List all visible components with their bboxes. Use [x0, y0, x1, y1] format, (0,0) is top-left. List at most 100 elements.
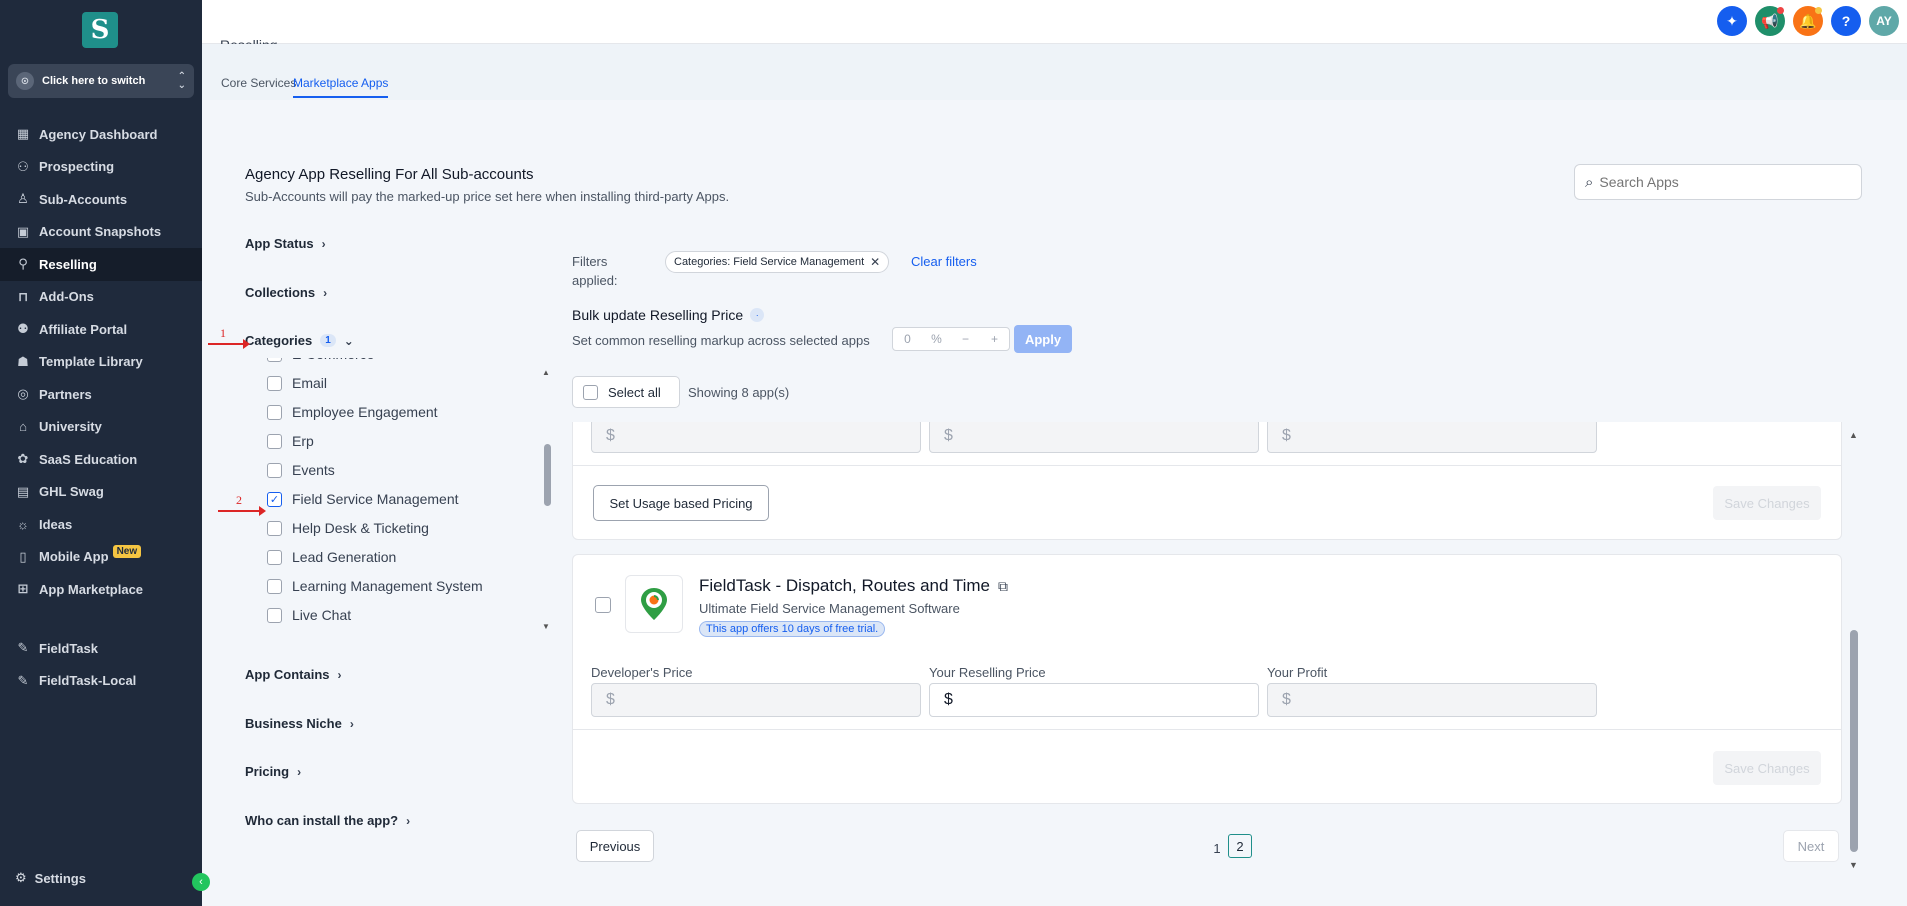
sidebar-item-add-ons[interactable]: ⊓ Add-Ons	[0, 281, 202, 314]
filter-app-contains[interactable]: App Contains ›	[245, 667, 342, 682]
tab-marketplace-apps[interactable]: Marketplace Apps	[293, 76, 389, 98]
sidebar-item-account-snapshots[interactable]: ▣ Account Snapshots	[0, 216, 202, 249]
category-option[interactable]: Live Chat	[267, 607, 351, 623]
category-label: Help Desk & Ticketing	[292, 520, 429, 536]
sidebar-item-label: Mobile App	[39, 549, 109, 565]
sidebar-item-ghl-swag[interactable]: ▤ GHL Swag	[0, 476, 202, 509]
category-option[interactable]: Learning Management System	[267, 578, 483, 594]
category-option[interactable]: E-Commerce	[267, 358, 374, 362]
select-all-button[interactable]: Select all	[572, 376, 680, 408]
help-icon[interactable]: ?	[1831, 6, 1861, 36]
applied-filter-chip[interactable]: Categories: Field Service Management ✕	[665, 251, 890, 273]
sidebar-item-agency-dashboard[interactable]: ▦ Agency Dashboard	[0, 118, 202, 151]
external-link-icon[interactable]: ⧉	[998, 578, 1008, 595]
filter-business-niche[interactable]: Business Niche ›	[245, 716, 354, 731]
save-changes-button[interactable]: Save Changes	[1713, 751, 1821, 785]
filter-collections[interactable]: Collections ›	[245, 285, 327, 300]
account-switcher[interactable]: ⊙ Click here to switch ⌃ ⌄	[8, 64, 194, 98]
reselling-price-input[interactable]: $	[929, 683, 1259, 717]
clear-filters-link[interactable]: Clear filters	[911, 254, 977, 269]
increment-button[interactable]: +	[980, 332, 1009, 346]
sidebar-item-template-library[interactable]: ☗ Template Library	[0, 346, 202, 379]
info-icon[interactable]: ·	[750, 308, 765, 322]
filter-label: Who can install the app?	[245, 813, 399, 828]
category-checkbox[interactable]	[267, 462, 282, 478]
notifications-icon[interactable]: 🔔	[1793, 6, 1823, 36]
app-name-text[interactable]: FieldTask - Dispatch, Routes and Time	[699, 576, 990, 596]
tab-bar: Core Services Marketplace Apps	[202, 44, 1907, 100]
app-name[interactable]: FieldTask - Dispatch, Routes and Time ⧉	[699, 576, 1008, 596]
sidebar-item-fieldtask-local[interactable]: ✎ FieldTask-Local	[0, 665, 202, 698]
brand-logo[interactable]: S	[82, 12, 118, 48]
scroll-up-icon[interactable]: ▲	[542, 368, 550, 377]
category-checkbox[interactable]	[267, 607, 282, 623]
previous-page-button[interactable]: Previous	[576, 830, 654, 862]
scroll-down-icon[interactable]: ▼	[1849, 860, 1858, 870]
category-checkbox[interactable]	[267, 433, 282, 449]
sidebar-item-app-marketplace[interactable]: ⊞ App Marketplace	[0, 573, 202, 606]
page-2-button[interactable]: 2	[1228, 834, 1252, 858]
collapse-sidebar-button[interactable]: ‹	[192, 873, 210, 891]
category-option[interactable]: ✓ Field Service Management	[267, 491, 459, 507]
scroll-down-icon[interactable]: ▼	[542, 622, 550, 631]
chevron-right-icon: ›	[297, 764, 302, 779]
sidebar-item-prospecting[interactable]: ⚇ Prospecting	[0, 151, 202, 184]
sidebar-item-university[interactable]: ⌂ University	[0, 411, 202, 444]
sidebar-item-fieldtask[interactable]: ✎ FieldTask	[0, 632, 202, 665]
close-icon[interactable]: ✕	[870, 255, 880, 269]
sidebar-item-reselling[interactable]: ⚲ Reselling	[0, 248, 202, 281]
app-select-checkbox[interactable]	[595, 597, 611, 613]
app-list-scrollbar[interactable]: ▲ ▼	[1848, 430, 1860, 870]
usage-pricing-button[interactable]: Set Usage based Pricing	[593, 485, 769, 521]
sidebar-item-ideas[interactable]: ☼ Ideas	[0, 508, 202, 541]
category-checkbox[interactable]	[267, 358, 282, 362]
category-checkbox-checked[interactable]: ✓	[267, 491, 282, 507]
filter-pricing[interactable]: Pricing ›	[245, 764, 301, 779]
scrollbar-thumb[interactable]	[1850, 630, 1858, 852]
bulk-update-title-text: Bulk update Reselling Price	[572, 307, 744, 323]
markup-stepper[interactable]: 0 % − +	[892, 327, 1010, 351]
dashboard-icon: ▦	[16, 126, 30, 142]
prospecting-icon: ⚇	[17, 158, 29, 174]
search-input[interactable]	[1599, 174, 1830, 190]
page-1-button[interactable]: 1	[1205, 836, 1229, 860]
scroll-up-icon[interactable]: ▲	[1849, 430, 1858, 440]
category-checkbox[interactable]	[267, 578, 282, 594]
category-checkbox[interactable]	[267, 520, 282, 536]
reselling-price-input[interactable]: $	[929, 422, 1259, 453]
filter-who-can-install[interactable]: Who can install the app? ›	[245, 813, 410, 828]
sidebar-item-label: University	[39, 419, 102, 435]
category-checkbox[interactable]	[267, 549, 282, 565]
sidebar-item-saas-education[interactable]: ✿ SaaS Education	[0, 443, 202, 476]
tab-core-services[interactable]: Core Services	[221, 76, 296, 96]
category-option[interactable]: Employee Engagement	[267, 404, 438, 420]
category-option[interactable]: Events	[267, 462, 335, 478]
search-box[interactable]: ⌕	[1574, 164, 1862, 200]
select-all-checkbox[interactable]	[583, 384, 598, 400]
sidebar-item-affiliate-portal[interactable]: ⚉ Affiliate Portal	[0, 313, 202, 346]
announcements-icon[interactable]: 📢	[1755, 6, 1785, 36]
quick-action-icon[interactable]: ✦	[1717, 6, 1747, 36]
sidebar-item-mobile-app[interactable]: ▯ Mobile App New	[0, 541, 202, 574]
apply-button[interactable]: Apply	[1014, 325, 1072, 353]
decrement-button[interactable]: −	[951, 332, 980, 346]
category-scrollbar[interactable]: ▲ ▼	[542, 368, 552, 631]
sidebar-item-settings[interactable]: ⚙ Settings	[15, 870, 86, 886]
category-option[interactable]: Email	[267, 375, 327, 391]
save-changes-button[interactable]: Save Changes	[1713, 486, 1821, 520]
scrollbar-thumb[interactable]	[544, 444, 551, 506]
markup-value[interactable]: 0	[893, 332, 922, 346]
sidebar-item-partners[interactable]: ◎ Partners	[0, 378, 202, 411]
filter-app-status[interactable]: App Status ›	[245, 236, 326, 251]
category-option[interactable]: Lead Generation	[267, 549, 396, 565]
avatar[interactable]: AY	[1869, 6, 1899, 36]
category-checkbox[interactable]	[267, 404, 282, 420]
category-checkbox[interactable]	[267, 375, 282, 391]
category-label: Events	[292, 462, 335, 478]
filter-categories[interactable]: Categories 1 ⌄	[245, 333, 354, 348]
category-option[interactable]: Erp	[267, 433, 314, 449]
next-page-button[interactable]: Next	[1783, 830, 1839, 862]
category-option[interactable]: Help Desk & Ticketing	[267, 520, 429, 536]
sidebar-item-sub-accounts[interactable]: ♙ Sub-Accounts	[0, 183, 202, 216]
wrench-icon: ✎	[17, 672, 29, 688]
